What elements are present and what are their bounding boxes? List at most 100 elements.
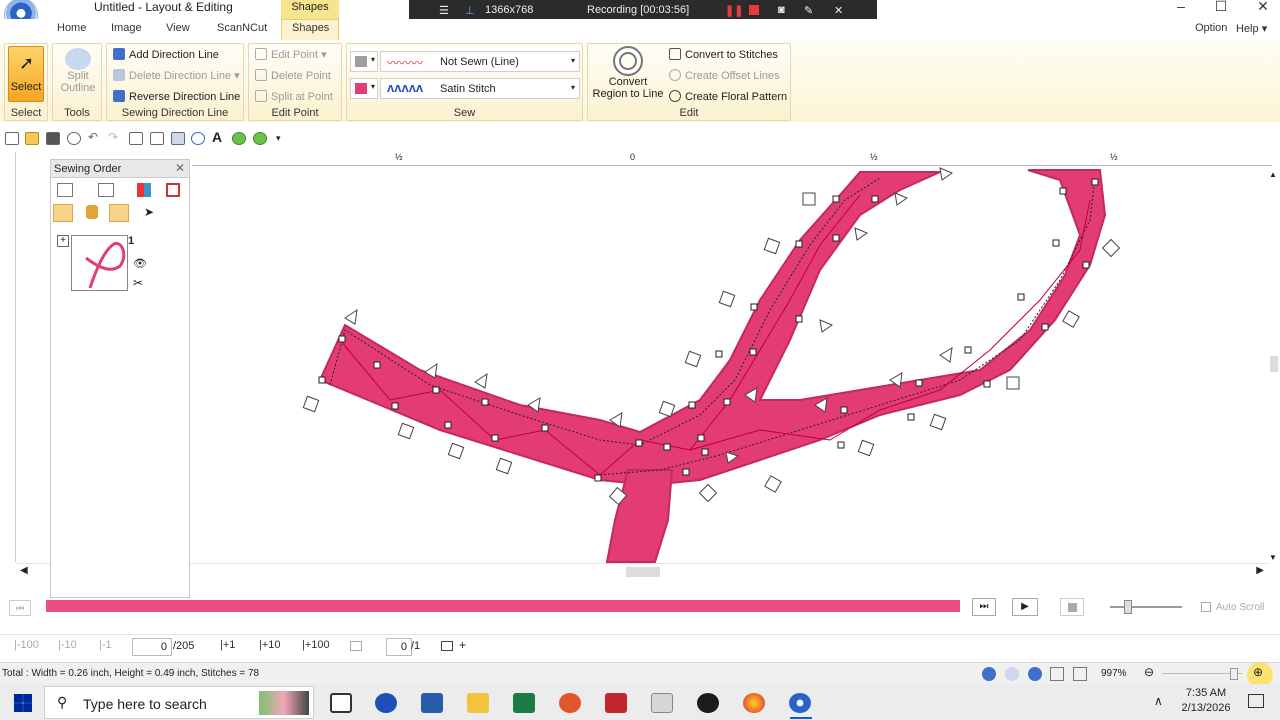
grid-icon[interactable] (129, 132, 143, 145)
control-handle[interactable] (764, 475, 782, 493)
control-handle[interactable] (302, 395, 320, 413)
help-menu[interactable]: Help ▾ (1236, 22, 1267, 35)
embroidery-design[interactable] (190, 166, 1268, 564)
edit-point-button[interactable]: Edit Point ▾ (255, 48, 327, 61)
pause-icon[interactable]: ❚❚ (725, 4, 743, 17)
embroidery-app-icon[interactable] (789, 693, 811, 713)
speed-slider-track[interactable] (1110, 606, 1182, 608)
direction-arrow-handle[interactable] (894, 192, 909, 206)
convert-to-stitches-button[interactable]: Convert to Stitches (669, 48, 778, 61)
maximize-button[interactable]: ☐ (1199, 0, 1243, 19)
hoop-icon[interactable] (150, 132, 164, 145)
direction-arrow-handle[interactable] (854, 227, 869, 241)
node-point[interactable] (1041, 323, 1049, 331)
vertical-scroll-thumb[interactable] (1270, 356, 1278, 372)
word-icon[interactable] (421, 693, 443, 713)
node-point[interactable] (1052, 239, 1060, 247)
stitch-view-icon[interactable] (1005, 667, 1019, 681)
node-point[interactable] (1091, 178, 1099, 186)
direction-arrow-handle[interactable] (344, 308, 358, 325)
control-handle[interactable] (397, 422, 415, 440)
option-menu[interactable]: Option (1195, 22, 1227, 34)
zoom-in-icon[interactable]: ⊕ (1253, 665, 1263, 679)
step-minus-1-button[interactable]: |-1 (99, 639, 112, 655)
calculator-icon[interactable] (651, 693, 673, 713)
pin-icon[interactable]: ⊥ (465, 4, 475, 17)
node-point[interactable] (491, 434, 499, 442)
tab-image[interactable]: Image (111, 22, 142, 34)
stop-icon[interactable] (749, 5, 759, 15)
sewing-toggle-icon[interactable] (109, 204, 129, 222)
next-color-icon[interactable] (441, 641, 453, 651)
camera-icon[interactable]: ◙ (778, 4, 785, 16)
undo-icon[interactable]: ↶ (88, 130, 102, 144)
ribbon-tail-region[interactable] (605, 469, 674, 563)
play-button[interactable]: ▶ (1012, 598, 1038, 616)
node-point[interactable] (432, 386, 440, 394)
node-point[interactable] (715, 350, 723, 358)
speed-slider-thumb[interactable] (1124, 600, 1132, 614)
line-sew-type-dropdown[interactable]: 〰〰〰 Not Sewn (Line) ▾ (380, 51, 580, 72)
add-icon[interactable]: + (459, 638, 466, 652)
node-point[interactable] (318, 376, 326, 384)
stop-button[interactable] (1060, 598, 1084, 616)
app-orange-icon[interactable] (559, 693, 581, 713)
auto-scroll-checkbox[interactable] (1201, 602, 1211, 612)
node-point[interactable] (373, 361, 381, 369)
zoom-icon[interactable] (67, 132, 81, 145)
close-panel-icon[interactable]: ✕ (175, 161, 185, 175)
color-sort-icon[interactable] (137, 183, 151, 197)
node-point[interactable] (1082, 261, 1090, 269)
skip-end-button[interactable]: ⏭ (972, 598, 996, 616)
pen-icon[interactable]: ✎ (804, 4, 813, 17)
redo-icon[interactable]: ↷ (108, 130, 122, 144)
tab-shapes[interactable]: Shapes (292, 22, 329, 34)
app-qb-icon[interactable] (697, 693, 719, 713)
node-point[interactable] (594, 474, 602, 482)
node-point[interactable] (688, 401, 696, 409)
node-point[interactable] (915, 379, 923, 387)
node-point[interactable] (541, 424, 549, 432)
control-handle[interactable] (1101, 238, 1121, 258)
node-point[interactable] (444, 421, 452, 429)
grid-view-icon[interactable] (1050, 667, 1064, 681)
control-handle[interactable] (802, 192, 816, 206)
task-view-icon[interactable] (330, 693, 352, 713)
node-point[interactable] (750, 303, 758, 311)
delete-point-button[interactable]: Delete Point (255, 69, 331, 82)
view-mode-icon[interactable] (57, 183, 73, 197)
chevron-up-icon[interactable]: ∧ (1154, 694, 1163, 708)
control-handle[interactable] (447, 442, 465, 460)
windows-start-icon[interactable] (14, 694, 32, 712)
node-point[interactable] (391, 402, 399, 410)
node-point[interactable] (1017, 293, 1025, 301)
menu-icon[interactable]: ☰ (439, 4, 449, 17)
excel-icon[interactable] (513, 693, 535, 713)
region-sew-type-dropdown[interactable]: ʌʌʌʌʌ Satin Stitch ▾ (380, 78, 580, 99)
sewing-order-thumbnail[interactable] (71, 235, 128, 291)
close-recording-icon[interactable]: ✕ (834, 4, 843, 17)
eye-icon[interactable]: 👁 (133, 257, 147, 270)
sewing-progress-bar[interactable] (46, 600, 960, 612)
direction-arrow-handle[interactable] (474, 372, 488, 389)
node-point[interactable] (964, 346, 972, 354)
control-handle[interactable] (763, 237, 781, 255)
expand-icon[interactable]: + (57, 235, 69, 247)
step-plus-100-button[interactable]: |+100 (302, 639, 330, 655)
shape-green-icon[interactable] (232, 132, 246, 145)
node-point[interactable] (907, 413, 915, 421)
skip-start-button[interactable]: ⏮ (9, 600, 31, 616)
close-button[interactable]: ✕ (1241, 0, 1280, 19)
reverse-direction-line-button[interactable]: Reverse Direction Line (113, 90, 240, 103)
layout-icon[interactable] (171, 132, 185, 145)
control-handle[interactable] (684, 350, 702, 368)
scroll-right-icon[interactable]: ▶ (1256, 565, 1264, 576)
group-icon[interactable] (98, 183, 114, 197)
realistic-view-icon[interactable] (1028, 667, 1042, 681)
pointer-icon[interactable]: ➤ (144, 205, 154, 219)
control-handle[interactable] (857, 439, 875, 457)
control-handle[interactable] (1062, 310, 1080, 328)
tab-home[interactable]: Home (57, 22, 86, 34)
node-point[interactable] (1059, 187, 1067, 195)
save-icon[interactable] (46, 132, 60, 145)
